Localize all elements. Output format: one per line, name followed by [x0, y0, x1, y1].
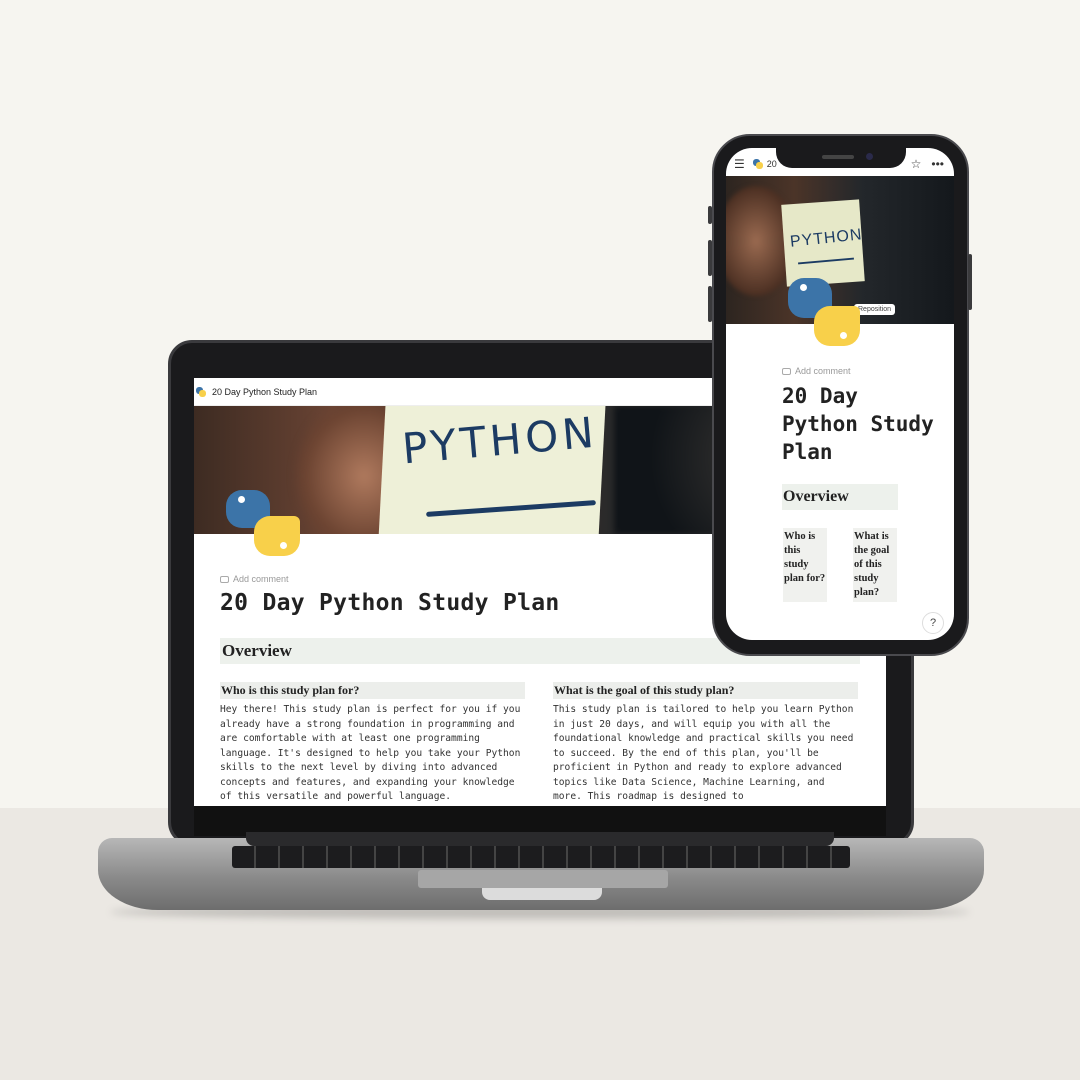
laptop-hinge [246, 832, 834, 846]
column-goal: What is the goal of this study plan? Thi… [553, 682, 858, 805]
page-content: Add comment 20 Day Python Study Plan Ove… [782, 366, 942, 602]
page-title[interactable]: 20 Day Python Study Plan [782, 382, 942, 466]
breadcrumb-page-title[interactable]: 20 [767, 159, 777, 169]
column-body[interactable]: This study plan is tailored to help you … [553, 703, 858, 805]
add-comment-label: Add comment [233, 574, 289, 584]
help-button[interactable]: ? [922, 612, 944, 634]
reposition-button[interactable]: Reposition [854, 304, 896, 315]
two-column-block: Who is this study plan for? Hey there! T… [220, 682, 860, 805]
column-who: Who is this study plan for? Hey there! T… [220, 682, 525, 805]
overview-heading[interactable]: Overview [782, 484, 898, 510]
lid-notch [482, 888, 602, 900]
two-column-block: Who is this study plan for? What is the … [782, 528, 942, 602]
column-heading[interactable]: Who is this study plan for? [783, 528, 827, 602]
more-icon[interactable]: ••• [931, 157, 944, 171]
column-heading[interactable]: What is the goal of this study plan? [853, 528, 897, 602]
python-logo-icon [752, 159, 763, 169]
phone-mute-switch [708, 206, 712, 224]
add-comment-button[interactable]: Add comment [782, 366, 942, 376]
add-comment-label: Add comment [795, 366, 851, 376]
star-icon[interactable]: ☆ [911, 157, 922, 171]
phone-camera [866, 153, 873, 160]
breadcrumb-page-title[interactable]: 20 Day Python Study Plan [212, 387, 317, 397]
page-icon-python-logo-icon[interactable] [788, 278, 860, 348]
python-logo-icon [196, 386, 206, 397]
column-heading[interactable]: What is the goal of this study plan? [553, 682, 858, 699]
phone-volume-up [708, 240, 712, 276]
phone-power-button [968, 254, 972, 310]
comment-icon [220, 575, 229, 583]
trackpad [418, 870, 668, 888]
column-body[interactable]: Hey there! This study plan is perfect fo… [220, 703, 525, 805]
keyboard [232, 846, 850, 868]
phone-speaker [822, 155, 854, 159]
comment-icon [782, 367, 791, 375]
phone-screen: ☰ 20 ☆ ••• PYTHON Reposition Add comment… [726, 148, 954, 640]
column-heading[interactable]: Who is this study plan for? [220, 682, 525, 699]
page-icon-python-logo-icon[interactable] [226, 490, 300, 558]
hamburger-icon[interactable]: ☰ [734, 157, 745, 171]
phone-volume-down [708, 286, 712, 322]
